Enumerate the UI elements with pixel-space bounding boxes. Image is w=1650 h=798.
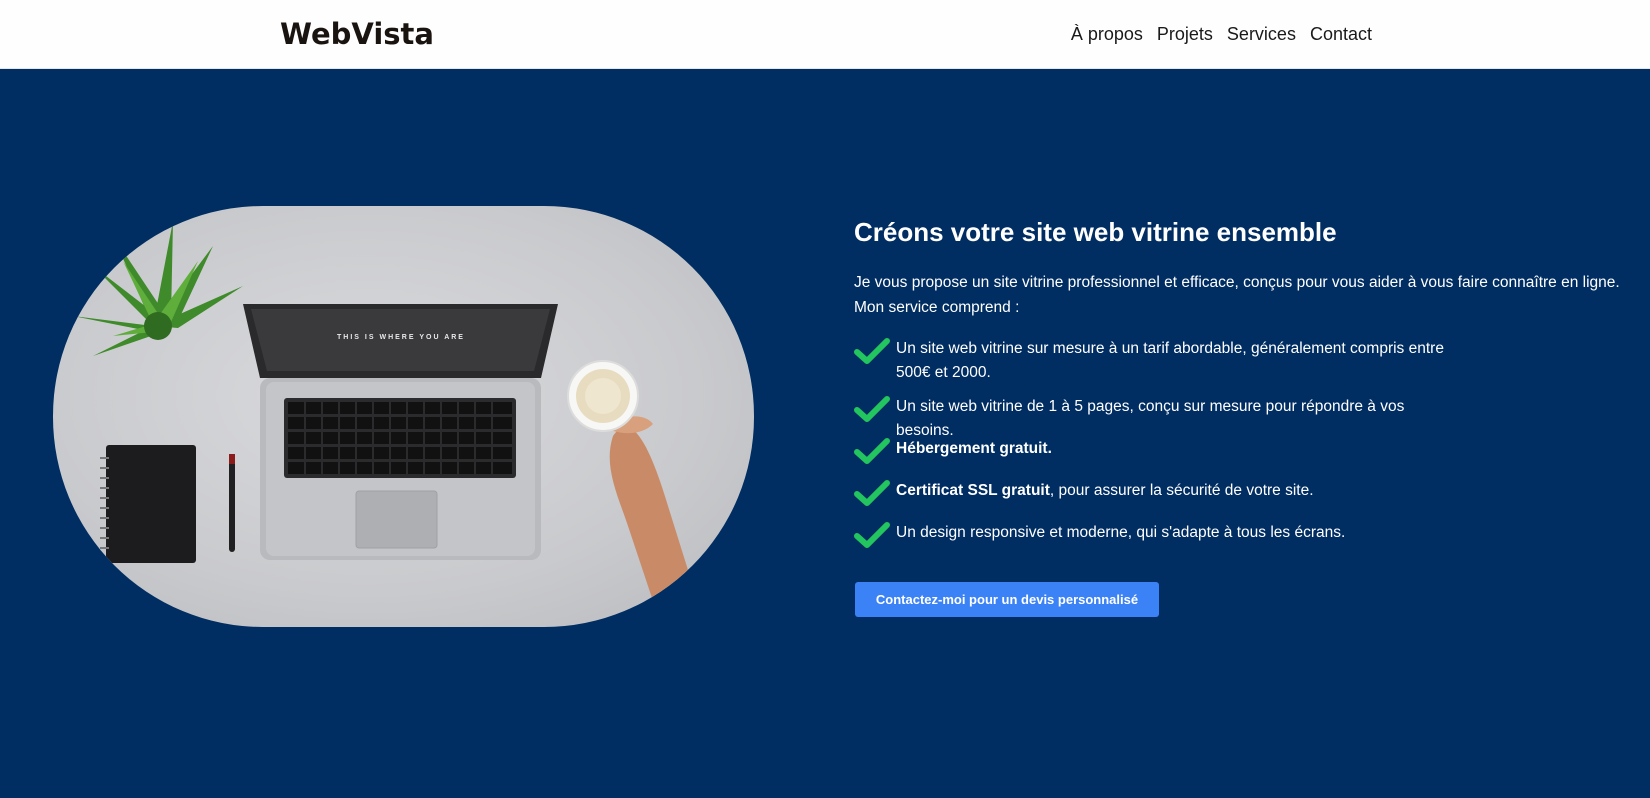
checkmark-icon (854, 437, 896, 473)
feature-bold: Hébergement gratuit. (896, 440, 1052, 457)
laptop-screen-text: THIS IS WHERE YOU ARE (337, 334, 465, 341)
checkmark-icon (854, 337, 896, 373)
feature-text: Un site web vitrine de 1 à 5 pages, conç… (896, 398, 1405, 439)
feature-text: Un design responsive et moderne, qui s'a… (896, 524, 1346, 541)
brand-logo[interactable]: WebVista (280, 17, 434, 51)
nav-link-projets[interactable]: Projets (1157, 24, 1213, 45)
nav-link-services[interactable]: Services (1227, 24, 1296, 45)
hero-title: Créons votre site web vitrine ensemble (854, 217, 1337, 247)
checkmark-icon (854, 521, 896, 557)
hero-section: THIS IS WHERE YOU ARE Créons votre site … (0, 69, 1650, 798)
feature-item: Un design responsive et moderne, qui s'a… (854, 521, 1554, 557)
intro-line-1: Je vous propose un site vitrine professi… (854, 274, 1620, 291)
feature-item: Certificat SSL gratuit, pour assurer la … (854, 479, 1554, 521)
main-nav: À propos Projets Services Contact (1071, 24, 1372, 45)
nav-link-contact[interactable]: Contact (1310, 24, 1372, 45)
feature-bold: Certificat SSL gratuit (896, 482, 1050, 499)
intro-line-2: Mon service comprend : (854, 299, 1020, 316)
hero-intro: Je vous propose un site vitrine professi… (854, 270, 1644, 320)
site-header: WebVista À propos Projets Services Conta… (0, 0, 1650, 69)
feature-text: , pour assurer la sécurité de votre site… (1049, 482, 1314, 499)
feature-item: Hébergement gratuit. (854, 437, 1554, 479)
hero-illustration: THIS IS WHERE YOU ARE (53, 206, 754, 627)
coffee-cup-icon (567, 360, 693, 601)
feature-text: Un site web vitrine sur mesure à un tari… (896, 340, 1444, 381)
pen-icon (229, 454, 235, 552)
checkmark-icon (854, 395, 896, 431)
nav-link-a-propos[interactable]: À propos (1071, 24, 1143, 45)
feature-item: Un site web vitrine sur mesure à un tari… (854, 337, 1554, 395)
notebook-icon (100, 445, 196, 563)
feature-item: Un site web vitrine de 1 à 5 pages, conç… (854, 395, 1554, 439)
desk-laptop-illustration: THIS IS WHERE YOU ARE (73, 221, 693, 601)
feature-list: Un site web vitrine sur mesure à un tari… (854, 337, 1554, 557)
contact-quote-button[interactable]: Contactez-moi pour un devis personnalisé (855, 582, 1159, 617)
plant-icon (73, 221, 243, 356)
laptop-icon: THIS IS WHERE YOU ARE (243, 304, 558, 560)
checkmark-icon (854, 479, 896, 515)
